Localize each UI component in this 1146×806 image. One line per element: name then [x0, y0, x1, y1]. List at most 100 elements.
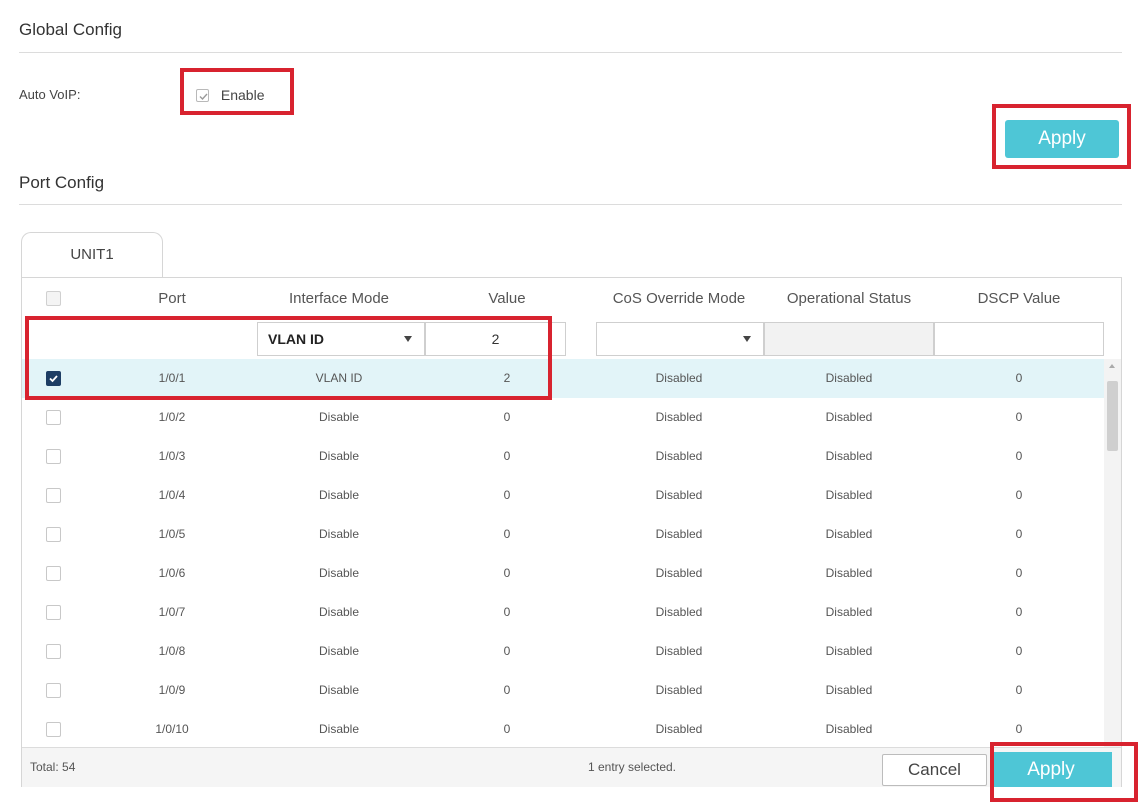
col-header-dscp-value: DSCP Value: [977, 290, 1061, 307]
table-apply-button[interactable]: Apply: [990, 752, 1112, 787]
row-checkbox[interactable]: [46, 683, 61, 698]
port-config-divider: [19, 204, 1122, 205]
cell-value: 0: [503, 449, 511, 463]
dropdown-arrow-icon: [404, 336, 412, 342]
col-header-interface-mode: Interface Mode: [288, 290, 390, 307]
row-checkbox[interactable]: [46, 722, 61, 737]
total-count: Total: 54: [30, 760, 76, 774]
cell-cos-override-mode: Disabled: [655, 449, 703, 463]
table-row[interactable]: 1/0/6 Disable 0 Disabled Disabled 0: [22, 554, 1104, 593]
cell-cos-override-mode: Disabled: [655, 605, 703, 619]
row-checkbox[interactable]: [46, 410, 61, 425]
table-row[interactable]: 1/0/3 Disable 0 Disabled Disabled 0: [22, 437, 1104, 476]
value-input[interactable]: 2: [425, 322, 566, 356]
cell-value: 0: [503, 566, 511, 580]
cell-interface-mode: Disable: [318, 644, 360, 658]
cell-value: 0: [503, 410, 511, 424]
cell-dscp-value: 0: [1015, 527, 1023, 541]
cell-interface-mode: Disable: [318, 410, 360, 424]
row-checkbox[interactable]: [46, 644, 61, 659]
cell-cos-override-mode: Disabled: [655, 566, 703, 580]
cell-operational-status: Disabled: [825, 722, 873, 736]
cell-operational-status: Disabled: [825, 449, 873, 463]
interface-mode-select[interactable]: VLAN ID: [257, 322, 425, 356]
row-checkbox[interactable]: [46, 527, 61, 542]
cell-port: 1/0/2: [158, 410, 186, 424]
table-row[interactable]: 1/0/8 Disable 0 Disabled Disabled 0: [22, 632, 1104, 671]
table-row[interactable]: 1/0/5 Disable 0 Disabled Disabled 0: [22, 515, 1104, 554]
table-scrollbar[interactable]: [1104, 359, 1121, 747]
table-row[interactable]: 1/0/9 Disable 0 Disabled Disabled 0: [22, 671, 1104, 710]
scroll-up-icon[interactable]: [1109, 364, 1115, 368]
cell-cos-override-mode: Disabled: [655, 683, 703, 697]
table-footer: Total: 54 1 entry selected. Cancel: [22, 747, 1121, 787]
cell-port: 1/0/7: [158, 605, 186, 619]
row-checkbox[interactable]: [46, 371, 61, 386]
global-config-title: Global Config: [19, 20, 123, 39]
dscp-value-input[interactable]: [934, 322, 1104, 356]
selection-status: 1 entry selected.: [587, 760, 677, 774]
port-config-title: Port Config: [19, 173, 105, 192]
cos-override-mode-select[interactable]: [596, 322, 764, 356]
cell-cos-override-mode: Disabled: [655, 527, 703, 541]
col-header-value: Value: [488, 290, 526, 307]
cell-port: 1/0/1: [158, 371, 186, 385]
cell-dscp-value: 0: [1015, 644, 1023, 658]
cell-interface-mode: Disable: [318, 488, 360, 502]
table-row[interactable]: 1/0/10 Disable 0 Disabled Disabled 0: [22, 710, 1104, 747]
table-header: Port Interface Mode Value CoS Override M…: [22, 278, 1121, 320]
cell-cos-override-mode: Disabled: [655, 644, 703, 658]
row-checkbox[interactable]: [46, 449, 61, 464]
cell-dscp-value: 0: [1015, 722, 1023, 736]
interface-mode-selected: VLAN ID: [268, 331, 324, 347]
cell-dscp-value: 0: [1015, 371, 1023, 385]
cell-operational-status: Disabled: [825, 566, 873, 580]
cell-port: 1/0/3: [158, 449, 186, 463]
cell-value: 0: [503, 605, 511, 619]
check-icon: [196, 88, 209, 102]
cell-cos-override-mode: Disabled: [655, 488, 703, 502]
batch-edit-row: VLAN ID 2: [22, 319, 1121, 360]
select-all-checkbox[interactable]: [46, 291, 61, 306]
cell-port: 1/0/6: [158, 566, 186, 580]
cell-port: 1/0/4: [158, 488, 186, 502]
cell-cos-override-mode: Disabled: [655, 722, 703, 736]
cell-interface-mode: Disable: [318, 527, 360, 541]
cell-port: 1/0/5: [158, 527, 186, 541]
port-table: Port Interface Mode Value CoS Override M…: [21, 277, 1122, 787]
cell-interface-mode: Disable: [318, 449, 360, 463]
cell-dscp-value: 0: [1015, 488, 1023, 502]
tab-unit1[interactable]: UNIT1: [21, 232, 163, 278]
row-checkbox[interactable]: [46, 605, 61, 620]
cell-dscp-value: 0: [1015, 410, 1023, 424]
table-row[interactable]: 1/0/4 Disable 0 Disabled Disabled 0: [22, 476, 1104, 515]
col-header-operational-status: Operational Status: [786, 290, 912, 307]
cell-value: 0: [503, 527, 511, 541]
cell-interface-mode: Disable: [318, 566, 360, 580]
cancel-button[interactable]: Cancel: [882, 754, 987, 786]
enable-label: Enable: [220, 87, 265, 104]
cell-dscp-value: 0: [1015, 449, 1023, 463]
cell-operational-status: Disabled: [825, 527, 873, 541]
cell-port: 1/0/8: [158, 644, 186, 658]
table-row[interactable]: 1/0/7 Disable 0 Disabled Disabled 0: [22, 593, 1104, 632]
cell-cos-override-mode: Disabled: [655, 410, 703, 424]
auto-voip-label: Auto VoIP:: [19, 87, 81, 102]
table-row[interactable]: 1/0/1 VLAN ID 2 Disabled Disabled 0: [22, 359, 1104, 398]
table-row[interactable]: 1/0/2 Disable 0 Disabled Disabled 0: [22, 398, 1104, 437]
cell-operational-status: Disabled: [825, 683, 873, 697]
auto-voip-enable-checkbox[interactable]: Enable: [196, 86, 264, 103]
cell-port: 1/0/10: [155, 722, 189, 736]
global-apply-button[interactable]: Apply: [1005, 120, 1119, 158]
scrollbar-thumb[interactable]: [1107, 381, 1118, 451]
cell-interface-mode: Disable: [318, 605, 360, 619]
global-config-divider: [19, 52, 1122, 53]
row-checkbox[interactable]: [46, 566, 61, 581]
cell-operational-status: Disabled: [825, 488, 873, 502]
cell-dscp-value: 0: [1015, 605, 1023, 619]
row-checkbox[interactable]: [46, 488, 61, 503]
dropdown-arrow-icon: [743, 336, 751, 342]
cell-value: 0: [503, 488, 511, 502]
cell-interface-mode: Disable: [318, 683, 360, 697]
cell-dscp-value: 0: [1015, 566, 1023, 580]
